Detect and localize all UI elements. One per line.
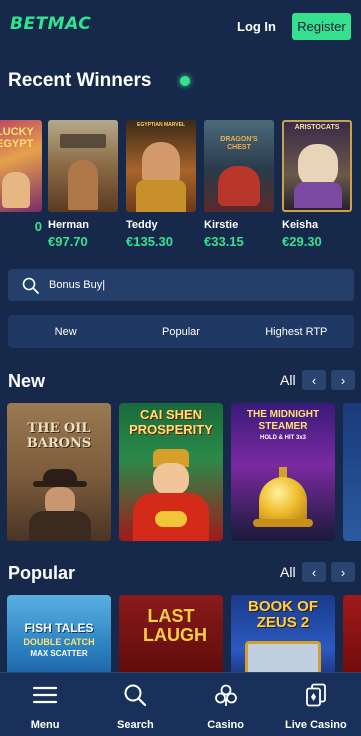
recent-winners-title: Recent Winners (8, 70, 152, 91)
game-title: THE OIL BARONS (26, 421, 92, 451)
nav-live-casino[interactable]: Live Casino (271, 673, 361, 736)
game-tile[interactable]: LAST LAUGH (119, 595, 223, 673)
winner-name: Kirstie (204, 219, 239, 231)
chevron-left-icon: ‹ (311, 372, 317, 388)
thumbnail-caption: ARISTOCATS (294, 124, 340, 131)
prev-arrow-button[interactable]: ‹ (302, 370, 326, 390)
search-icon (22, 277, 39, 299)
game-tile[interactable] (343, 595, 361, 673)
bottom-navigation: Menu Search Casino Live Casino (0, 672, 361, 736)
game-thumbnail[interactable] (48, 120, 118, 212)
recent-winners-carousel[interactable]: LUCKY EGYPT 0 Herman €97.70 EGYPTIAN MAR… (0, 120, 361, 255)
winner-amount: €29.30 (282, 234, 322, 249)
game-thumbnail[interactable]: EGYPTIAN MARVEL (126, 120, 196, 212)
game-tile[interactable]: FISH TALES DOUBLE CATCH MAX SCATTER (7, 595, 111, 673)
section-title-new: New (8, 371, 46, 391)
winner-card[interactable]: Herman €97.70 (48, 120, 118, 249)
game-title: LAST LAUGH (143, 606, 207, 645)
thumbnail-caption: LUCKY EGYPT (0, 126, 34, 150)
game-subtitle: DOUBLE CATCH (23, 637, 95, 647)
game-title: BOOK OF ZEUS 2 (248, 598, 318, 631)
tab-new[interactable]: New (8, 315, 123, 348)
menu-icon (32, 683, 58, 712)
nav-label: Menu (30, 719, 60, 731)
section-title-popular: Popular (8, 563, 76, 583)
game-title: CAI SHEN PROSPERITY (129, 407, 213, 437)
login-link[interactable]: Log In (237, 19, 276, 34)
game-thumbnail[interactable]: DRAGON'S CHEST (204, 120, 274, 212)
winner-name: Herman (48, 219, 89, 231)
live-casino-icon (303, 683, 329, 712)
casino-icon (213, 683, 239, 712)
game-thumbnail[interactable]: LUCKY EGYPT (0, 120, 42, 212)
game-subtitle: HOLD & HIT 3x3 (259, 435, 306, 441)
search-icon (122, 683, 148, 712)
game-tile[interactable]: THE MIDNIGHT STEAMER HOLD & HIT 3x3 (231, 403, 335, 541)
header: BETMAC Log In Register (0, 0, 361, 56)
tab-popular[interactable]: Popular (123, 315, 238, 348)
winner-name: Teddy (126, 219, 158, 231)
winner-card[interactable]: DRAGON'S CHEST Kirstie €33.15 (204, 120, 274, 249)
game-tile[interactable]: THE OIL BARONS (7, 403, 111, 541)
search-bar[interactable] (8, 269, 354, 301)
chevron-left-icon: ‹ (311, 564, 317, 580)
live-indicator-dot (180, 76, 190, 86)
chevron-right-icon: › (340, 564, 346, 580)
search-input[interactable] (49, 274, 339, 296)
winner-amount: 0 (34, 219, 42, 234)
register-button[interactable]: Register (292, 13, 351, 40)
winner-card[interactable]: LUCKY EGYPT 0 (0, 120, 42, 234)
winner-amount: €33.15 (204, 234, 244, 249)
game-tile[interactable] (343, 403, 361, 541)
nav-label: Casino (207, 719, 244, 731)
popular-games-row: FISH TALES DOUBLE CATCH MAX SCATTER LAST… (0, 595, 361, 673)
next-arrow-button[interactable]: › (331, 562, 355, 582)
game-tile[interactable]: CAI SHEN PROSPERITY (119, 403, 223, 541)
nav-label: Live Casino (285, 719, 347, 731)
winner-amount: €135.30 (126, 234, 173, 249)
thumbnail-caption: EGYPTIAN MARVEL (137, 122, 185, 128)
see-all-popular-link[interactable]: All (280, 564, 296, 580)
winner-card[interactable]: ARISTOCATS Keisha €29.30 (282, 120, 352, 249)
game-title: THE MIDNIGHT STEAMER (246, 409, 320, 432)
winner-name: Keisha (282, 219, 319, 231)
game-title: FISH TALES (24, 621, 94, 635)
logo[interactable]: BETMAC (10, 14, 91, 34)
winner-card[interactable]: EGYPTIAN MARVEL Teddy €135.30 (126, 120, 196, 249)
prev-arrow-button[interactable]: ‹ (302, 562, 326, 582)
nav-label: Search (117, 719, 154, 731)
new-games-row: THE OIL BARONS CAI SHEN PROSPERITY THE M… (0, 403, 361, 541)
chevron-right-icon: › (340, 372, 346, 388)
category-tabs: New Popular Highest RTP (8, 315, 354, 348)
thumbnail-caption: DRAGON'S CHEST (220, 136, 258, 151)
game-tag: MAX SCATTER (30, 649, 88, 658)
tab-highest-rtp[interactable]: Highest RTP (239, 315, 354, 348)
nav-casino[interactable]: Casino (181, 673, 271, 736)
nav-menu[interactable]: Menu (0, 673, 90, 736)
game-tile[interactable]: BOOK OF ZEUS 2 (231, 595, 335, 673)
game-thumbnail[interactable]: ARISTOCATS (282, 120, 352, 212)
see-all-new-link[interactable]: All (280, 372, 296, 388)
nav-search[interactable]: Search (90, 673, 180, 736)
winner-amount: €97.70 (48, 234, 88, 249)
next-arrow-button[interactable]: › (331, 370, 355, 390)
